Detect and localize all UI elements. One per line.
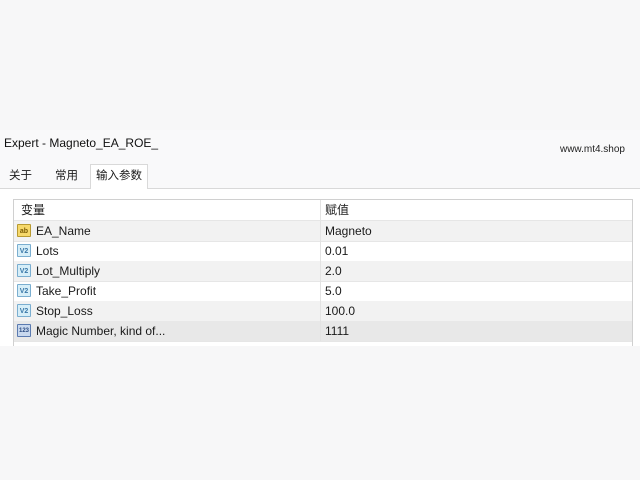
tab-about[interactable]: 关于 <box>4 166 37 187</box>
table-row[interactable]: V2 Lots 0.01 <box>14 241 632 262</box>
parameter-value[interactable]: 5.0 <box>325 281 342 301</box>
parameter-name: Take_Profit <box>36 284 97 298</box>
parameter-name: EA_Name <box>36 224 91 238</box>
table-row[interactable]: ab EA_Name Magneto <box>14 221 632 242</box>
parameter-name: Lots <box>36 244 59 258</box>
table-row[interactable]: V2 Lot_Multiply 2.0 <box>14 261 632 282</box>
parameter-value[interactable]: Magneto <box>325 221 372 241</box>
double-type-icon: V2 <box>17 244 31 257</box>
table-row[interactable]: 123 Magic Number, kind of... 1111 <box>14 321 632 342</box>
parameter-name: Magic Number, kind of... <box>36 324 166 338</box>
parameter-name: Stop_Loss <box>36 304 93 318</box>
table-row[interactable]: V2 Stop_Loss 100.0 <box>14 301 632 322</box>
tab-common[interactable]: 常用 <box>50 166 83 187</box>
parameter-name: Lot_Multiply <box>36 264 101 278</box>
double-type-icon: V2 <box>17 284 31 297</box>
parameter-value[interactable]: 1111 <box>325 321 349 341</box>
tab-inputs[interactable]: 输入参数 <box>90 164 148 190</box>
expert-properties-dialog: Expert - Magneto_EA_ROE_ www.mt4.shop 关于… <box>0 130 640 346</box>
tab-bar: 关于 常用 输入参数 <box>0 164 640 190</box>
parameter-value[interactable]: 2.0 <box>325 261 342 281</box>
double-type-icon: V2 <box>17 264 31 277</box>
table-row[interactable]: V2 Take_Profit 5.0 <box>14 281 632 302</box>
dialog-title: Expert - Magneto_EA_ROE_ <box>4 136 159 150</box>
watermark-text: www.mt4.shop <box>559 144 625 155</box>
title-bar: Expert - Magneto_EA_ROE_ www.mt4.shop <box>0 130 640 156</box>
parameters-table: 变量 赋值 ab EA_Name Magneto V2 Lots 0.01 V2… <box>13 199 633 346</box>
double-type-icon: V2 <box>17 304 31 317</box>
parameter-value[interactable]: 0.01 <box>325 241 348 261</box>
column-header-value[interactable]: 赋值 <box>325 200 349 220</box>
parameter-value[interactable]: 100.0 <box>325 301 355 321</box>
table-header: 变量 赋值 <box>14 200 632 221</box>
string-type-icon: ab <box>17 224 31 237</box>
integer-type-icon: 123 <box>17 324 31 337</box>
inputs-panel: 变量 赋值 ab EA_Name Magneto V2 Lots 0.01 V2… <box>0 189 640 346</box>
column-header-variable[interactable]: 变量 <box>21 200 45 220</box>
